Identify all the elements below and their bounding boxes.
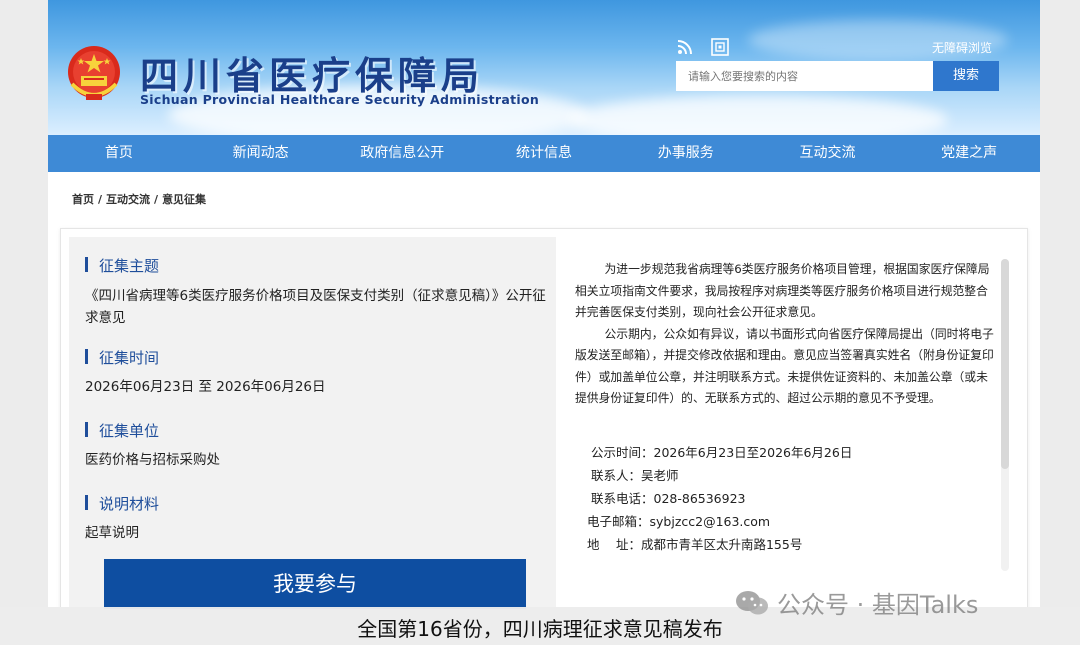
- unit-heading: 征集单位: [85, 420, 159, 441]
- nav-item-interaction[interactable]: 互动交流: [757, 135, 899, 172]
- search-button[interactable]: 搜索: [933, 61, 999, 91]
- time-text: 2026年06月23日 至 2026年06月26日: [85, 379, 326, 395]
- nav-item-services[interactable]: 办事服务: [615, 135, 757, 172]
- material-link[interactable]: 起草说明: [85, 522, 555, 544]
- nav-item-statistics[interactable]: 统计信息: [473, 135, 615, 172]
- main-nav: 首页 新闻动态 政府信息公开 统计信息 办事服务 互动交流 党建之声: [48, 135, 1040, 172]
- nav-item-party[interactable]: 党建之声: [898, 135, 1040, 172]
- time-heading: 征集时间: [85, 347, 159, 368]
- unit-text: 医药价格与招标采购处: [85, 452, 220, 468]
- notice-address: 地 址：成都市青羊区太升南路155号: [587, 537, 803, 552]
- nav-item-news[interactable]: 新闻动态: [190, 135, 332, 172]
- notice-scrollbar[interactable]: [1001, 259, 1009, 571]
- breadcrumb-home[interactable]: 首页: [72, 193, 94, 206]
- search-input[interactable]: [676, 61, 934, 91]
- breadcrumb-current: 意见征集: [162, 193, 207, 206]
- notice-time: 公示时间：2026年6月23日至2026年6月26日: [591, 445, 853, 460]
- topic-heading: 征集主题: [85, 255, 159, 276]
- image-caption: 全国第16省份，四川病理征求意见稿发布: [357, 617, 723, 641]
- topic-text: 《四川省病理等6类医疗服务价格项目及医保支付类别（征求意见稿）》公开征求意见: [85, 288, 546, 326]
- site-container: 四川省医疗保障局 Sichuan Provincial Healthcare S…: [48, 0, 1040, 645]
- national-emblem-icon: [68, 46, 120, 100]
- material-heading: 说明材料: [85, 493, 159, 514]
- nav-item-gov-info[interactable]: 政府信息公开: [331, 135, 473, 172]
- consultation-summary-panel: 征集主题 《四川省病理等6类医疗服务价格项目及医保支付类别（征求意见稿）》公开征…: [69, 237, 556, 645]
- rss-icon[interactable]: [676, 38, 696, 56]
- accessibility-link[interactable]: 无障碍浏览: [932, 39, 992, 56]
- notice-paragraph-1: 为进一步规范我省病理等6类医疗服务价格项目管理，根据国家医疗保障局相关立项指南文…: [575, 262, 990, 319]
- breadcrumb-interaction[interactable]: 互动交流: [106, 193, 150, 206]
- notice-phone: 联系电话：028-86536923: [591, 491, 746, 506]
- participate-button[interactable]: 我要参与: [104, 559, 526, 609]
- notice-text: 为进一步规范我省病理等6类医疗服务价格项目管理，根据国家医疗保障局相关立项指南文…: [575, 259, 995, 410]
- nav-item-home[interactable]: 首页: [48, 135, 190, 172]
- notice-email: 电子邮箱：sybjzcc2@163.com: [587, 514, 771, 529]
- app-icon[interactable]: [710, 38, 730, 56]
- header-banner: 四川省医疗保障局 Sichuan Provincial Healthcare S…: [48, 0, 1040, 135]
- notice-paragraph-2: 公示期内，公众如有异议，请以书面形式向省医疗保障局提出（同时将电子版发送至邮箱）…: [575, 326, 994, 406]
- consultation-card: 征集主题 《四川省病理等6类医疗服务价格项目及医保支付类别（征求意见稿）》公开征…: [60, 228, 1028, 645]
- page: 四川省医疗保障局 Sichuan Provincial Healthcare S…: [0, 0, 1080, 645]
- breadcrumb: 首页 / 互动交流 / 意见征集: [72, 193, 207, 206]
- notice-contact: 联系人：吴老师: [591, 468, 679, 483]
- site-title-en: Sichuan Provincial Healthcare Security A…: [140, 92, 540, 107]
- notice-scrollbar-thumb[interactable]: [1001, 259, 1009, 469]
